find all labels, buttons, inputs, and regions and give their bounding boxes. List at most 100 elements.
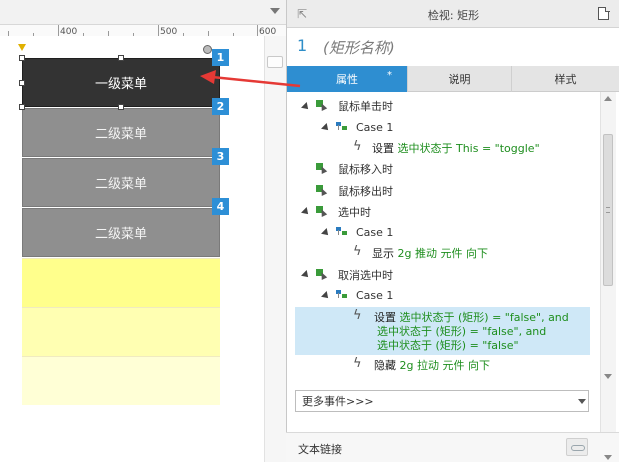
action-show-push[interactable]: 显示 2g 推动 元件 向下 [372, 243, 488, 263]
ruler-tick [208, 31, 209, 36]
event-unselected-label: 取消选中时 [338, 269, 393, 282]
ruler-tick [233, 33, 234, 36]
action-hide-pull[interactable]: 隐藏 2g 拉动 元件 向下 [374, 355, 490, 375]
tab-modified-star: * [387, 70, 392, 81]
event-icon [316, 206, 328, 217]
text-link-label: 文本链接 [298, 443, 342, 456]
canvas-scroll-thumb[interactable] [267, 56, 283, 68]
event-mouse-leave[interactable]: 鼠标移出时 [338, 181, 393, 201]
action-set-toggle[interactable]: 设置 选中状态于 This = "toggle" [372, 138, 540, 158]
tab-style-label: 样式 [554, 73, 577, 86]
event-icon [316, 163, 328, 174]
tab-style[interactable]: 样式 [512, 66, 619, 92]
interaction-badge-2[interactable]: 2 [212, 98, 229, 115]
tab-properties[interactable]: 属性 * [287, 66, 408, 92]
anchor-triangle-icon[interactable] [18, 44, 26, 51]
event-click[interactable]: 鼠标单击时 [338, 96, 393, 116]
case-icon [336, 227, 348, 236]
badge-number: 4 [216, 200, 225, 213]
widget-name-row[interactable]: 1 (矩形名称) [287, 28, 619, 66]
event-selected-label: 选中时 [338, 206, 371, 219]
ruler-tick [257, 25, 258, 36]
event-mouse-enter-label: 鼠标移入时 [338, 163, 393, 176]
selection-handle-top[interactable] [118, 55, 124, 61]
menu-level2-label: 二级菜单 [94, 177, 147, 192]
widget-name-input[interactable]: (矩形名称) [323, 37, 395, 58]
document-icon[interactable] [598, 6, 610, 20]
ruler-label-400: 400 [60, 27, 78, 37]
ruler-tick [83, 33, 84, 36]
menu-level2-rect[interactable]: 二级菜单 [22, 208, 220, 257]
ruler-tick [158, 25, 159, 36]
selection-handle-bottom[interactable] [118, 104, 124, 110]
event-selected[interactable]: 选中时 [338, 202, 371, 222]
menu-level2-rect[interactable]: 二级菜单 [22, 108, 220, 157]
case-icon [336, 122, 348, 131]
scroll-down-arrow-icon[interactable] [604, 455, 612, 460]
menu-level2-rect[interactable]: 二级菜单 [22, 158, 220, 207]
text-link-row: 文本链接 [286, 432, 619, 462]
action-detail: 2g 推动 元件 向下 [397, 247, 488, 260]
inspector-tabbar: 属性 * 说明 样式 [287, 66, 619, 92]
lightning-icon: ϟ [353, 356, 362, 371]
link-button[interactable] [566, 438, 588, 456]
interaction-badge-1[interactable]: 1 [212, 49, 229, 66]
more-events-dropdown[interactable]: 更多事件>>> [295, 390, 589, 412]
canvas-vertical-scrollbar[interactable] [264, 36, 286, 462]
tab-notes[interactable]: 说明 [408, 66, 512, 92]
event-icon [316, 269, 328, 280]
menu-level1-rect[interactable]: 一级菜单 [22, 58, 220, 107]
case-click-1[interactable]: Case 1 [356, 117, 393, 137]
scroll-grip-icon [606, 207, 610, 213]
menu-level1-label: 一级菜单 [94, 77, 147, 92]
case-icon [336, 290, 348, 299]
ruler-tick [133, 33, 134, 36]
lightning-icon: ϟ [353, 139, 362, 154]
yellow-placeholder-block[interactable] [22, 307, 220, 356]
case-label: Case 1 [356, 288, 394, 302]
event-icon [316, 185, 328, 196]
action-verb: 显示 [372, 247, 394, 260]
ruler-label-500: 500 [160, 27, 178, 37]
scroll-down-arrow-icon[interactable] [604, 374, 612, 379]
yellow-placeholder-block[interactable] [22, 356, 220, 405]
event-mouse-enter[interactable]: 鼠标移入时 [338, 159, 393, 179]
link-icon [571, 445, 585, 451]
rotate-handle[interactable] [203, 45, 212, 54]
interaction-badge-4[interactable]: 4 [212, 198, 229, 215]
case-selected-1[interactable]: Case 1 [356, 222, 393, 242]
ruler-tick [108, 31, 109, 36]
lightning-icon: ϟ [353, 308, 362, 323]
inspector-titlebar: ⇱ 检视: 矩形 [287, 0, 619, 28]
interaction-badge-3[interactable]: 3 [212, 148, 229, 165]
case-label: Case 1 [356, 225, 394, 239]
event-click-label: 鼠标单击时 [338, 100, 393, 113]
event-mouse-leave-label: 鼠标移出时 [338, 185, 393, 198]
action-detail: 2g 拉动 元件 向下 [399, 359, 490, 372]
scroll-up-arrow-icon[interactable] [604, 96, 612, 101]
action-set-false-line3: 选中状态于 (矩形) = "false" [377, 335, 519, 355]
action-detail: 选中状态于 This = "toggle" [397, 142, 540, 155]
collapse-arrow-icon[interactable] [270, 8, 280, 14]
selection-handle-left[interactable] [19, 80, 25, 86]
event-icon [316, 100, 328, 111]
selection-handle-bottom-left[interactable] [19, 104, 25, 110]
ruler-tick [183, 33, 184, 36]
case-unselected-1[interactable]: Case 1 [356, 285, 393, 305]
ruler-tick [8, 31, 9, 36]
badge-number: 2 [216, 100, 225, 113]
tab-notes-label: 说明 [448, 73, 471, 86]
badge-number: 1 [216, 51, 225, 64]
action-verb: 设置 [372, 142, 394, 155]
lightning-icon: ϟ [353, 244, 362, 259]
design-canvas[interactable]: 400 500 600 一级菜单 二级菜单 二级菜单 二级菜单 1 2 3 4 [0, 0, 286, 462]
yellow-placeholder-block[interactable] [22, 258, 220, 307]
ruler-scale: 400 500 600 [0, 24, 286, 37]
dropdown-arrow-icon[interactable] [578, 399, 586, 404]
menu-level2-label: 二级菜单 [94, 227, 147, 242]
selection-handle-top-left[interactable] [19, 55, 25, 61]
event-unselected[interactable]: 取消选中时 [338, 265, 393, 285]
action-detail-line3: 选中状态于 (矩形) = "false" [377, 339, 519, 352]
top-ruler: 400 500 600 [0, 0, 286, 37]
ruler-tick [33, 33, 34, 36]
